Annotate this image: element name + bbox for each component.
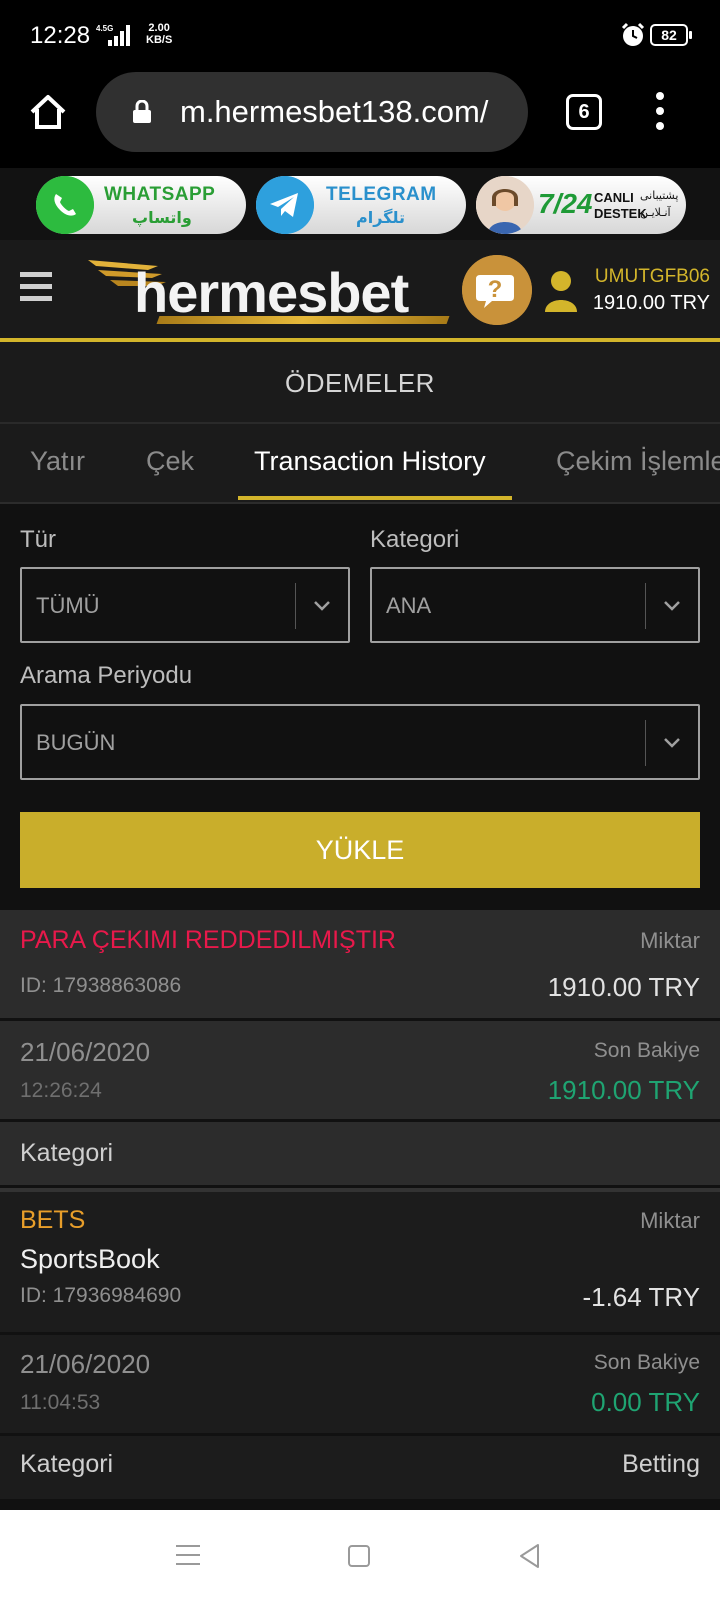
- user-balance: 1910.00 TRY: [592, 292, 710, 314]
- active-tab-indicator: [238, 496, 512, 500]
- page-title: ÖDEMELER: [0, 342, 720, 424]
- tab-transaction-history[interactable]: Transaction History: [254, 446, 486, 477]
- support-247: 7/24: [538, 188, 593, 219]
- type-label: Tür: [20, 526, 56, 553]
- filter-form: Tür TÜMÜ Kategori ANA Arama Periyodu BUG…: [0, 506, 720, 910]
- category-value: ANA: [386, 593, 432, 618]
- transaction-header-row: PARA ÇEKIMI REDDEDILMIŞTIR Miktar ID: 17…: [0, 910, 720, 1021]
- site-header: hermesbet ? UMUTGFB06 1910.00 TRY: [0, 240, 720, 342]
- contact-banner: WHATSAPP واتساپ TELEGRAM تلگرام 7/24 CAN…: [0, 168, 720, 240]
- system-navigation-bar: [0, 1510, 720, 1600]
- transaction-amount: 1910.00 TRY: [547, 972, 700, 1002]
- transaction-header-row: BETS Miktar SportsBook ID: 17936984690 -…: [0, 1188, 720, 1335]
- lock-icon: [133, 100, 151, 123]
- live-support-button[interactable]: 7/24 CANLI DESTEK پشتیبانی آنـلایـن: [476, 176, 686, 234]
- transaction-time: 11:04:53: [20, 1391, 101, 1414]
- select-divider: [645, 583, 646, 629]
- chevron-down-icon: [314, 601, 330, 611]
- hermesbet-logo[interactable]: hermesbet: [88, 254, 450, 330]
- payment-tabs: Yatır Çek Transaction History Çekim İşle…: [0, 424, 720, 504]
- support-fa2: آنـلایـن: [640, 207, 671, 219]
- transaction-balance: 1910.00 TRY: [547, 1075, 700, 1105]
- transaction-id: ID: 17938863086: [20, 974, 182, 997]
- transaction-status: BETS: [20, 1206, 86, 1234]
- whatsapp-icon: [36, 176, 94, 234]
- help-chat-icon[interactable]: ?: [462, 255, 532, 325]
- status-bar: 12:28 4.5G 2.00 KB/S 82: [0, 0, 720, 70]
- balance-label: Son Bakiye: [593, 1039, 700, 1062]
- recent-apps-icon[interactable]: [176, 1545, 200, 1567]
- period-value: BUGÜN: [36, 730, 116, 755]
- select-divider: [295, 583, 296, 629]
- transaction-status: PARA ÇEKIMI REDDEDILMIŞTIR: [20, 926, 396, 954]
- alarm-icon: [621, 22, 645, 46]
- telegram-sub: تلگرام: [356, 210, 406, 227]
- transaction-date-row: 21/06/2020 Son Bakiye 12:26:24 1910.00 T…: [0, 1021, 720, 1122]
- transaction-category-row: Kategori Betting: [0, 1436, 720, 1502]
- transaction-id: ID: 17936984690: [20, 1284, 182, 1307]
- chevron-down-icon: [664, 601, 680, 611]
- battery-icon: 82: [650, 24, 692, 46]
- back-icon[interactable]: [516, 1542, 544, 1570]
- user-icon[interactable]: [544, 270, 578, 312]
- home-icon[interactable]: [28, 92, 68, 132]
- signal-icon: 4.5G: [96, 24, 130, 46]
- balance-label: Son Bakiye: [593, 1351, 700, 1374]
- username[interactable]: UMUTGFB06: [595, 266, 710, 288]
- whatsapp-sub: واتساپ: [132, 210, 192, 227]
- browser-toolbar: m.hermesbet138.com/ 6: [0, 70, 720, 168]
- transaction-date: 21/06/2020: [20, 1037, 151, 1067]
- transaction-time: 12:26:24: [20, 1079, 102, 1102]
- category-label: Kategori: [20, 1139, 114, 1167]
- category-label: Kategori: [20, 1450, 114, 1478]
- tab-withdrawal-operations[interactable]: Çekim İşlemleri: [556, 446, 720, 477]
- transaction-category-row: Kategori: [0, 1122, 720, 1188]
- hamburger-menu-icon[interactable]: [20, 272, 52, 304]
- category-label: Kategori: [370, 526, 460, 553]
- amount-label: Miktar: [640, 1208, 700, 1233]
- whatsapp-button[interactable]: WHATSAPP واتساپ: [36, 176, 246, 234]
- transaction-balance: 0.00 TRY: [591, 1387, 700, 1417]
- speed-value: 2.00: [148, 22, 170, 34]
- telegram-button[interactable]: TELEGRAM تلگرام: [256, 176, 466, 234]
- transaction-date: 21/06/2020: [20, 1349, 151, 1379]
- tab-deposit[interactable]: Yatır: [30, 446, 85, 477]
- period-select[interactable]: BUGÜN: [20, 704, 700, 780]
- chevron-down-icon: [664, 738, 680, 748]
- tab-withdraw[interactable]: Çek: [146, 446, 194, 477]
- amount-label: Miktar: [640, 928, 700, 953]
- category-select[interactable]: ANA: [370, 567, 700, 643]
- transaction-date-row: 21/06/2020 Son Bakiye 11:04:53 0.00 TRY: [0, 1335, 720, 1436]
- network-speed: 2.00 KB/S: [146, 22, 172, 46]
- logo-underline: [156, 316, 450, 324]
- type-select[interactable]: TÜMÜ: [20, 567, 350, 643]
- type-value: TÜMÜ: [36, 593, 100, 618]
- url-text: m.hermesbet138.com/: [180, 94, 489, 129]
- load-button[interactable]: YÜKLE: [20, 812, 700, 888]
- category-value: Betting: [622, 1450, 700, 1478]
- home-button-icon[interactable]: [348, 1545, 370, 1567]
- tab-switcher-button[interactable]: 6: [566, 94, 602, 130]
- whatsapp-label: WHATSAPP: [104, 184, 216, 205]
- telegram-icon: [256, 176, 314, 234]
- support-fa1: پشتیبانی: [640, 190, 679, 202]
- telegram-label: TELEGRAM: [326, 184, 437, 205]
- transaction-subtitle: SportsBook: [20, 1244, 160, 1274]
- support-line1: CANLI: [594, 190, 634, 205]
- svg-text:?: ?: [488, 276, 503, 303]
- address-bar[interactable]: m.hermesbet138.com/: [96, 72, 528, 152]
- select-divider: [645, 720, 646, 766]
- support-agent-icon: [476, 176, 534, 234]
- support-line2: DESTEK: [594, 206, 647, 221]
- svg-text:4.5G: 4.5G: [96, 24, 113, 33]
- period-label: Arama Periyodu: [20, 662, 193, 689]
- speed-unit: KB/S: [146, 34, 173, 46]
- transaction-amount: -1.64 TRY: [582, 1282, 700, 1312]
- more-options-icon[interactable]: [654, 92, 666, 132]
- clock: 12:28: [30, 22, 91, 49]
